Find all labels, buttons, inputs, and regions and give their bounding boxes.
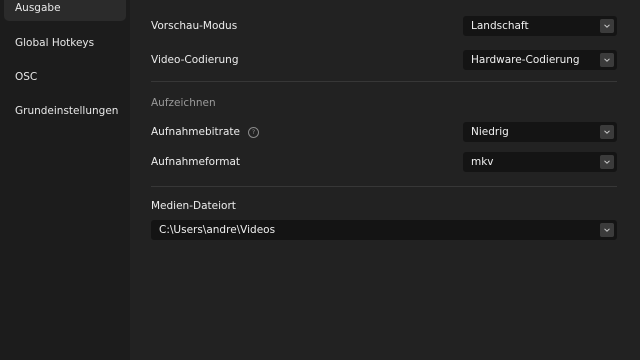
chevron-down-icon[interactable] — [600, 155, 614, 169]
sidebar-item-label: Ausgabe — [15, 2, 61, 14]
chevron-down-icon[interactable] — [600, 125, 614, 139]
bitrate-value: Niedrig — [471, 126, 509, 138]
media-location-label: Medien-Dateiort — [151, 200, 236, 212]
preview-mode-select[interactable]: Landschaft — [463, 16, 617, 36]
media-location-value: C:\Users\andre\Videos — [159, 224, 276, 236]
sidebar-item-label: OSC — [15, 71, 38, 83]
sidebar-item-label: Global Hotkeys — [15, 37, 95, 49]
chevron-down-icon[interactable] — [600, 53, 614, 67]
format-value: mkv — [471, 156, 494, 168]
video-encoding-value: Hardware-Codierung — [471, 54, 580, 66]
bitrate-label: Aufnahmebitrate ? — [151, 122, 259, 142]
bitrate-label-text: Aufnahmebitrate — [151, 126, 240, 138]
settings-panel: Vorschau-Modus Landschaft Video-Codierun… — [130, 0, 640, 360]
sidebar-item-ausgabe[interactable]: Ausgabe — [4, 0, 126, 21]
preview-mode-value: Landschaft — [471, 20, 529, 32]
video-encoding-label: Video-Codierung — [151, 54, 239, 66]
format-label: Aufnahmeformat — [151, 156, 240, 168]
format-select[interactable]: mkv — [463, 152, 617, 172]
help-icon[interactable]: ? — [248, 126, 259, 138]
divider — [151, 81, 617, 82]
sidebar-item-label: Grundeinstellungen — [15, 105, 119, 117]
sidebar-item-grundeinstellungen[interactable]: Grundeinstellungen — [4, 98, 126, 124]
bitrate-select[interactable]: Niedrig — [463, 122, 617, 142]
sidebar: Ausgabe Global Hotkeys OSC Grundeinstell… — [0, 0, 130, 360]
sidebar-item-osc[interactable]: OSC — [4, 64, 126, 90]
media-location-select[interactable]: C:\Users\andre\Videos — [151, 220, 617, 240]
video-encoding-select[interactable]: Hardware-Codierung — [463, 50, 617, 70]
chevron-down-icon[interactable] — [600, 223, 614, 237]
preview-mode-label: Vorschau-Modus — [151, 20, 238, 32]
divider — [151, 186, 617, 187]
recording-section-title: Aufzeichnen — [151, 97, 216, 109]
sidebar-item-global-hotkeys[interactable]: Global Hotkeys — [4, 30, 126, 56]
chevron-down-icon[interactable] — [600, 19, 614, 33]
